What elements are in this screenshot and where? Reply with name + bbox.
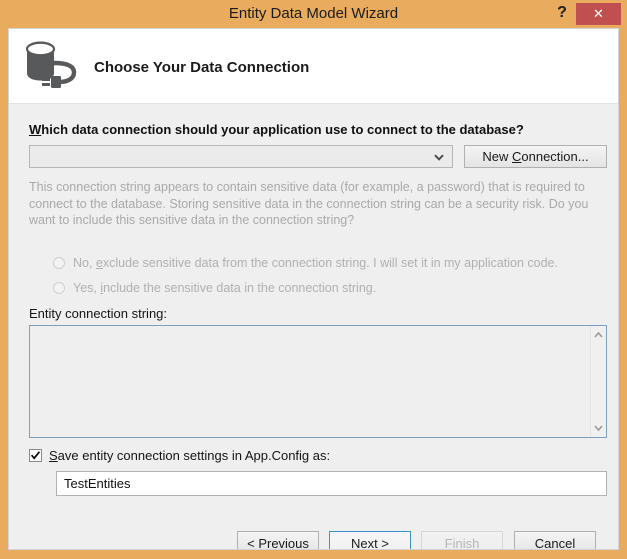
window-title: Entity Data Model Wizard [228, 5, 399, 22]
radio-icon [53, 282, 65, 294]
cancel-button[interactable]: Cancel [514, 531, 596, 549]
save-settings-checkbox-row[interactable]: Save entity connection settings in App.C… [29, 448, 330, 463]
scroll-up-icon[interactable] [591, 327, 606, 343]
help-button[interactable]: ? [548, 0, 576, 26]
close-button[interactable]: ✕ [576, 3, 621, 25]
textarea-scrollbar[interactable] [590, 326, 606, 437]
title-bar: Entity Data Model Wizard ? ✕ [0, 0, 627, 28]
app-config-name-input[interactable] [56, 471, 607, 496]
radio-label: Yes, include the sensitive data in the c… [73, 281, 377, 295]
wizard-body: Which data connection should your applic… [9, 104, 618, 549]
connection-combobox[interactable] [29, 145, 453, 168]
checkbox-icon[interactable] [29, 449, 42, 462]
page-title: Choose Your Data Connection [94, 59, 310, 76]
radio-include-sensitive-data[interactable]: Yes, include the sensitive data in the c… [53, 281, 376, 295]
radio-exclude-sensitive-data[interactable]: No, exclude sensitive data from the conn… [53, 256, 558, 270]
entity-connection-string-textarea[interactable] [29, 325, 607, 438]
entity-connection-string-label: Entity connection string: [29, 306, 168, 321]
database-connection-icon [21, 37, 83, 95]
connection-question-label: Which data connection should your applic… [29, 122, 524, 137]
wizard-header: Choose Your Data Connection [9, 29, 618, 104]
radio-label: No, exclude sensitive data from the conn… [73, 256, 558, 270]
save-settings-label: Save entity connection settings in App.C… [49, 448, 331, 463]
wizard-window: Entity Data Model Wizard ? ✕ Choose Your… [0, 0, 627, 559]
chevron-down-icon [432, 150, 446, 164]
sensitive-data-info-text: This connection string appears to contai… [29, 180, 589, 227]
scroll-down-icon[interactable] [591, 420, 606, 436]
finish-button: Finish [421, 531, 503, 549]
client-area: Choose Your Data Connection Which data c… [8, 28, 619, 550]
radio-icon [53, 257, 65, 269]
new-connection-button[interactable]: New Connection... [464, 145, 607, 168]
next-button[interactable]: Next > [329, 531, 411, 549]
previous-button[interactable]: < Previous [237, 531, 319, 549]
